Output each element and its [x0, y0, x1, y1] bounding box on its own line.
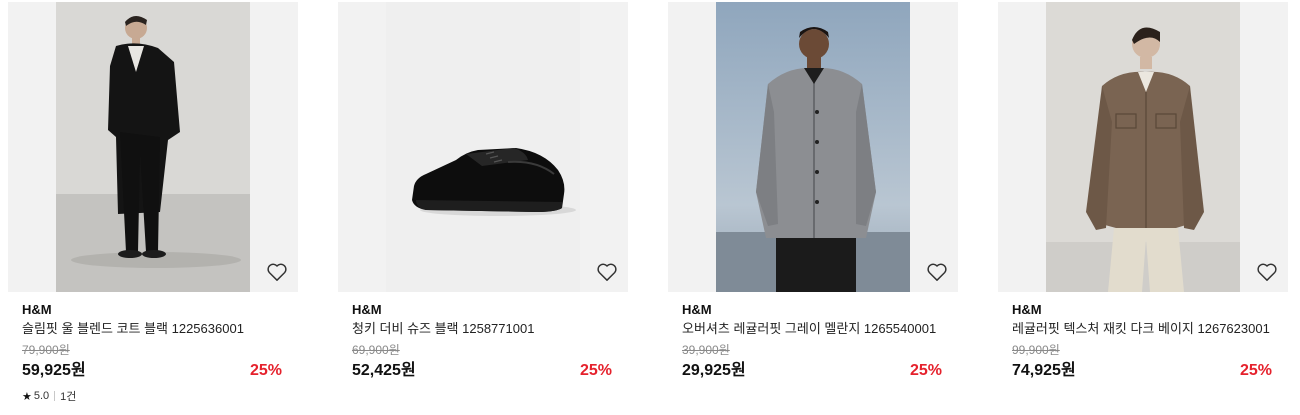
price-row: 74,925원 25% — [1012, 360, 1288, 382]
discount-badge: 25% — [249, 362, 282, 379]
divider — [54, 391, 56, 401]
discount-badge: 25% — [579, 362, 612, 379]
sale-price: 52,425원 — [352, 362, 416, 379]
review-count: 1건 — [60, 391, 77, 403]
product-image-container[interactable] — [998, 2, 1288, 292]
wishlist-heart-icon[interactable] — [596, 262, 618, 282]
product-brand[interactable]: H&M — [352, 302, 628, 318]
star-icon: ★ — [22, 390, 32, 403]
product-brand[interactable]: H&M — [682, 302, 958, 318]
original-price: 79,900원 — [22, 343, 70, 357]
original-price: 39,900원 — [682, 343, 730, 357]
price-row: 59,925원 25% — [22, 360, 298, 382]
price-row: 29,925원 25% — [682, 360, 958, 382]
rating-value: 5.0 — [33, 390, 50, 402]
product-name[interactable]: 레귤러핏 텍스처 재킷 다크 베이지 1267623001 — [1012, 320, 1288, 338]
product-image[interactable] — [1046, 2, 1240, 292]
product-name[interactable]: 오버셔츠 레귤러핏 그레이 멜란지 1265540001 — [682, 320, 958, 338]
original-price: 99,900원 — [1012, 343, 1060, 357]
product-card[interactable]: H&M 청키 더비 슈즈 블랙 1258771001 69,900원 52,42… — [338, 2, 628, 382]
product-name[interactable]: 슬림핏 울 블렌드 코트 블랙 1225636001 — [22, 320, 298, 338]
product-grid: H&M 슬림핏 울 블렌드 코트 블랙 1225636001 79,900원 5… — [8, 2, 1292, 413]
sale-price: 59,925원 — [22, 362, 86, 379]
product-image[interactable] — [716, 2, 910, 292]
sale-price: 29,925원 — [682, 362, 746, 379]
product-image-container[interactable] — [8, 2, 298, 292]
product-image[interactable] — [56, 2, 250, 292]
rating-summary: ★ 5.0 1건 — [22, 388, 298, 404]
product-card[interactable]: H&M 레귤러핏 텍스처 재킷 다크 베이지 1267623001 99,900… — [998, 2, 1288, 382]
product-card[interactable]: H&M 오버셔츠 레귤러핏 그레이 멜란지 1265540001 39,900원… — [668, 2, 958, 382]
discount-badge: 25% — [1239, 362, 1272, 379]
product-image-container[interactable] — [338, 2, 628, 292]
wishlist-heart-icon[interactable] — [926, 262, 948, 282]
product-brand[interactable]: H&M — [1012, 302, 1288, 318]
sale-price: 74,925원 — [1012, 362, 1076, 379]
product-name[interactable]: 청키 더비 슈즈 블랙 1258771001 — [352, 320, 628, 338]
discount-badge: 25% — [909, 362, 942, 379]
price-row: 52,425원 25% — [352, 360, 628, 382]
wishlist-heart-icon[interactable] — [266, 262, 288, 282]
product-brand[interactable]: H&M — [22, 302, 298, 318]
original-price: 69,900원 — [352, 343, 400, 357]
product-image-container[interactable] — [668, 2, 958, 292]
wishlist-heart-icon[interactable] — [1256, 262, 1278, 282]
product-card[interactable]: H&M 슬림핏 울 블렌드 코트 블랙 1225636001 79,900원 5… — [8, 2, 298, 404]
product-image[interactable] — [386, 2, 580, 292]
